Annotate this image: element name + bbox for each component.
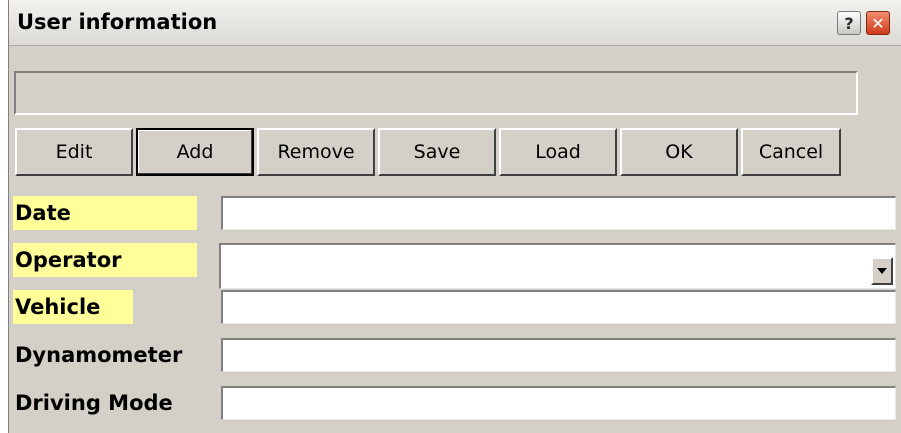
chevron-down-icon	[877, 268, 887, 274]
help-icon: ?	[844, 13, 854, 33]
operator-select[interactable]	[219, 243, 896, 289]
date-label: Date	[13, 196, 197, 230]
title-bar[interactable]: User information ? ✕	[9, 0, 901, 46]
ok-button[interactable]: OK	[620, 128, 738, 176]
vehicle-label: Vehicle	[13, 290, 133, 324]
driving-mode-label: Driving Mode	[15, 391, 173, 415]
add-button[interactable]: Add	[136, 128, 254, 176]
date-field[interactable]	[221, 196, 896, 230]
load-button[interactable]: Load	[499, 128, 617, 176]
operator-label: Operator	[13, 243, 197, 277]
close-button[interactable]: ✕	[866, 11, 890, 35]
driving-mode-field[interactable]	[221, 386, 896, 420]
dynamometer-field[interactable]	[221, 338, 896, 372]
help-button[interactable]: ?	[837, 11, 861, 35]
dynamometer-label: Dynamometer	[15, 343, 183, 367]
close-icon: ✕	[871, 13, 885, 33]
cancel-button[interactable]: Cancel	[741, 128, 841, 176]
save-button[interactable]: Save	[378, 128, 496, 176]
user-information-dialog: User information ? ✕ Edit Add Remove Sav…	[8, 0, 901, 433]
status-field	[14, 71, 858, 115]
remove-button[interactable]: Remove	[257, 128, 375, 176]
edit-button[interactable]: Edit	[15, 128, 133, 176]
vehicle-field[interactable]	[221, 290, 896, 324]
window-title: User information	[17, 10, 218, 34]
operator-dropdown-button[interactable]	[871, 257, 893, 285]
